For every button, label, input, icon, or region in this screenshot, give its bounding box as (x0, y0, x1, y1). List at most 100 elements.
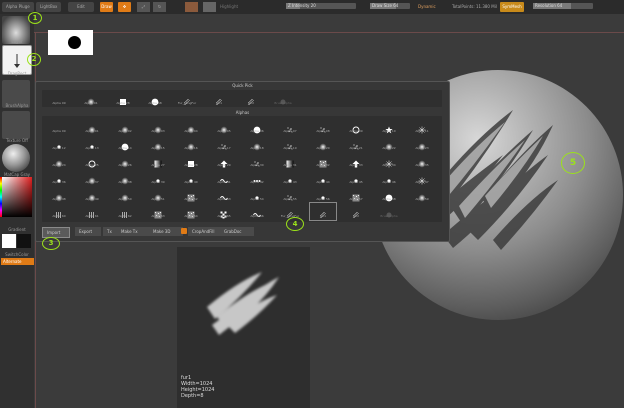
alpha-pluge-button[interactable]: Alpha Pluge (2, 2, 34, 12)
alpha-item-tile[interactable]: Alpha 13 (79, 135, 105, 152)
alpha-item-tile[interactable]: Alpha 34 (376, 152, 402, 169)
hue-strip[interactable] (0, 177, 2, 217)
alpha-item-tile[interactable]: fur1 (309, 202, 337, 221)
alpha-item-tile[interactable]: Alpha 17 (211, 135, 237, 152)
z-intensity-slider[interactable]: Z Intensity 20 (286, 3, 356, 9)
alpha-item-tile[interactable]: Alpha 27 (145, 152, 171, 169)
alpha-item-tile[interactable]: Alpha 23 (409, 135, 435, 152)
alpha-item-tile[interactable]: Alpha 48 (46, 186, 72, 203)
quick-pick-item-tile[interactable]: Fur_LongFur (174, 90, 200, 107)
alpha-item-tile[interactable]: Alpha 07 (277, 118, 303, 135)
alpha-item-tile[interactable]: Alpha 65 (211, 203, 237, 220)
alpha-item-tile[interactable]: Alpha 33 (343, 152, 369, 169)
quick-pick-item-tile[interactable]: Alpha 58 (142, 90, 168, 107)
alpha-item-tile[interactable]: Alpha 26 (112, 152, 138, 169)
alpha-item-tile[interactable]: Alpha 60 (46, 203, 72, 220)
alpha-item-tile[interactable]: Alpha 62 (112, 203, 138, 220)
alpha-item-tile[interactable]: Alpha 45 (343, 169, 369, 186)
alpha-item-tile[interactable]: Alpha 44 (310, 169, 336, 186)
alpha-item-tile[interactable]: Alpha 19 (277, 135, 303, 152)
alpha-item-tile[interactable]: Alpha 30 (244, 152, 270, 169)
alpha-item-tile[interactable]: Alpha 56 (310, 186, 336, 203)
secondary-color-swatch[interactable] (17, 234, 31, 248)
color-picker[interactable] (2, 177, 32, 217)
alpha-item-tile[interactable]: Alpha 36 (46, 169, 72, 186)
alpha-item-tile[interactable]: Alpha 15 (145, 135, 171, 152)
texture-thumbnail[interactable] (2, 111, 30, 139)
alternate-button[interactable]: Alternate (1, 258, 35, 265)
quick-pick-item-tile[interactable]: fur2 (238, 90, 264, 107)
alpha-item-tile[interactable]: Alpha 49 (79, 186, 105, 203)
alpha-item-tile[interactable]: Alpha 50 (112, 186, 138, 203)
alpha-item-tile[interactable]: Alpha 64 (178, 203, 204, 220)
alpha-item-tile[interactable]: Alpha 09 (46, 118, 72, 135)
alpha-item-tile[interactable]: Alpha 41 (211, 169, 237, 186)
alpha-item-tile[interactable]: Alpha 22 (376, 135, 402, 152)
alpha-item-tile[interactable]: Alpha 66 (244, 203, 270, 220)
alpha-item-tile[interactable]: Alpha 46 (376, 169, 402, 186)
alpha-item-tile[interactable]: Alpha 37 (79, 169, 105, 186)
alpha-item-tile[interactable]: Alpha 03 (145, 118, 171, 135)
lightbox-button[interactable]: LightBox (36, 2, 62, 12)
material-swatch[interactable] (185, 2, 198, 12)
alpha-item-tile[interactable]: Alpha 28 (178, 152, 204, 169)
cropandfill-checkbox[interactable] (181, 228, 187, 234)
alpha-item-tile[interactable]: fur2 (343, 203, 369, 220)
alpha-item-tile[interactable]: Alpha 57 (343, 186, 369, 203)
alpha-item-tile[interactable]: Alpha 09 (343, 118, 369, 135)
alpha-item-tile[interactable]: Alpha 38 (112, 169, 138, 186)
alpha-item-tile[interactable]: Alpha 53 (211, 186, 237, 203)
quick-pick-item-tile[interactable]: Alpha 01 (78, 90, 104, 107)
dynamic-toggle[interactable]: Dynamic (418, 2, 436, 12)
alpha-item-tile[interactable]: Alpha 43 (277, 169, 303, 186)
alpha-item-tile[interactable]: Alpha 24 (46, 152, 72, 169)
alpha-item-tile[interactable]: Alpha 54 (244, 186, 270, 203)
resolution-slider[interactable]: Resolution 64 (533, 3, 593, 9)
draw-mode-button[interactable]: Draw (100, 2, 113, 12)
alpha-item-tile[interactable]: BrushAlpha (376, 203, 402, 220)
alpha-item-tile[interactable]: Alpha 06 (244, 118, 270, 135)
color-swatch[interactable] (203, 2, 216, 12)
alpha-item-tile[interactable]: Alpha 32 (310, 152, 336, 169)
quick-pick-item-tile[interactable]: Alpha 28 (110, 90, 136, 107)
alpha-item-tile[interactable]: Alpha 20 (310, 135, 336, 152)
alpha-item-tile[interactable]: Alpha 21 (343, 135, 369, 152)
make-3d-button[interactable]: Make 3D (149, 227, 183, 236)
alpha-item-tile[interactable]: Alpha 39 (145, 169, 171, 186)
export-button[interactable]: Export (75, 227, 101, 236)
alpha-item-tile[interactable]: Alpha 52 (178, 186, 204, 203)
draw-size-slider[interactable]: Draw Size 64 (370, 3, 410, 9)
alpha-item-tile[interactable]: Alpha 42 (244, 169, 270, 186)
quick-pick-item-tile[interactable]: BrushAlpha (270, 90, 296, 107)
alpha-item-tile[interactable]: Alpha 58 (376, 186, 402, 203)
main-color-swatch[interactable] (2, 234, 16, 248)
scale-mode-button[interactable]: ⤢ (137, 2, 150, 12)
alpha-item-tile[interactable]: Alpha 04 (178, 118, 204, 135)
make-tx-button[interactable]: Make Tx (117, 227, 151, 236)
alpha-item-tile[interactable]: Alpha 55 (277, 186, 303, 203)
alpha-item-tile[interactable]: Alpha 02 (112, 118, 138, 135)
alpha-item-tile[interactable]: Alpha 63 (145, 203, 171, 220)
alpha-item-tile[interactable]: Alpha 01 (79, 118, 105, 135)
edit-mode-button[interactable]: Edit (68, 2, 94, 12)
alpha-item-tile[interactable]: Alpha 10 (376, 118, 402, 135)
alpha-item-tile[interactable]: Alpha 16 (178, 135, 204, 152)
alpha-item-tile[interactable]: Alpha 14 (112, 135, 138, 152)
alpha-item-tile[interactable]: Alpha 18 (244, 135, 270, 152)
alpha-item-tile[interactable]: Alpha 35 (409, 152, 435, 169)
alpha-item-tile[interactable]: Alpha 25 (79, 152, 105, 169)
alpha-item-tile[interactable]: Alpha 61 (79, 203, 105, 220)
alpha-item-tile[interactable]: Alpha 31 (277, 152, 303, 169)
alpha-item-tile[interactable]: Alpha 59 (409, 186, 435, 203)
rotate-mode-button[interactable]: ↻ (153, 2, 166, 12)
quick-pick-item-tile[interactable]: fur1 (206, 90, 232, 107)
alpha-item-tile[interactable]: Alpha 11 (409, 118, 435, 135)
alpha-item-tile[interactable]: Alpha 40 (178, 169, 204, 186)
quick-pick-item-tile[interactable]: Alpha 09 (46, 90, 72, 107)
material-thumbnail[interactable] (2, 144, 30, 172)
alpha-item-tile[interactable]: Alpha 05 (211, 118, 237, 135)
import-button[interactable]: Import (42, 227, 70, 238)
grabdoc-button[interactable]: GrabDoc (220, 227, 254, 236)
symmetry-button[interactable]: SymMesh (500, 2, 524, 12)
alpha-item-tile[interactable]: Alpha 47 (409, 169, 435, 186)
